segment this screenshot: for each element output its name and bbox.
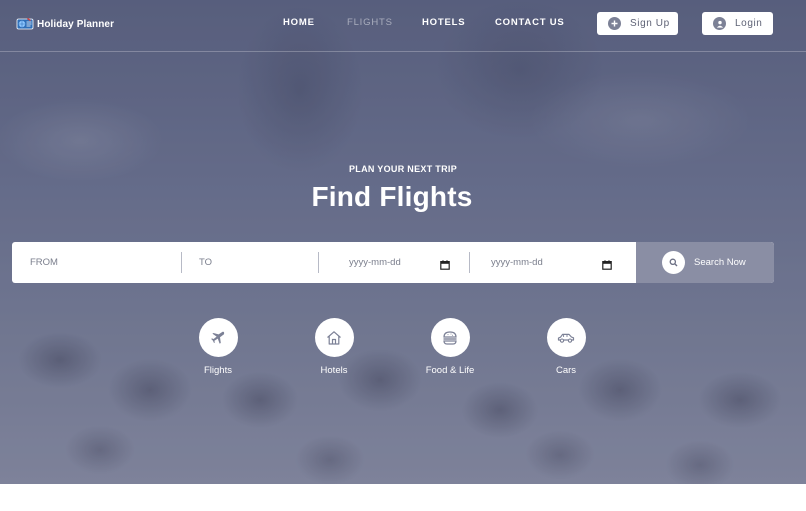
category-label: Hotels (320, 365, 348, 376)
search-now-label: Search Now (694, 257, 746, 268)
brand-name: Holiday Planner (37, 18, 115, 30)
field-divider (181, 252, 182, 273)
return-date-field[interactable]: yyyy-mm-dd (491, 242, 611, 283)
nav-hotels-link[interactable]: HOTELS (422, 17, 465, 31)
globe-ticket-logo-icon (16, 17, 34, 31)
home-icon (314, 318, 354, 357)
category-flights[interactable]: Flights (178, 318, 258, 376)
login-button[interactable]: Login (702, 12, 773, 35)
signup-label: Sign Up (630, 18, 670, 29)
to-field[interactable]: TO (199, 242, 317, 283)
depart-date-value: yyyy-mm-dd (349, 257, 401, 268)
nav-contact-link[interactable]: CONTACT US (495, 17, 565, 31)
to-placeholder: TO (199, 257, 213, 268)
category-hotels[interactable]: Hotels (294, 318, 374, 376)
calendar-icon[interactable] (602, 257, 612, 270)
nav-home-link[interactable]: HOME (283, 17, 315, 31)
category-food-life[interactable]: Food & Life (410, 318, 490, 376)
burger-icon (430, 318, 470, 357)
from-placeholder: FROM (30, 257, 58, 268)
nav-flights-link[interactable]: FLIGHTS (347, 17, 393, 31)
category-label: Flights (204, 365, 232, 376)
plus-circle-icon (608, 17, 621, 30)
calendar-icon[interactable] (440, 257, 450, 270)
brand-logo[interactable]: Holiday Planner (16, 15, 114, 33)
search-icon (662, 251, 685, 274)
login-label: Login (735, 18, 763, 29)
signup-button[interactable]: Sign Up (597, 12, 678, 35)
hero-section: Holiday Planner HOME FLIGHTS HOTELS CONT… (0, 0, 806, 484)
top-navigation: Holiday Planner HOME FLIGHTS HOTELS CONT… (0, 0, 806, 52)
search-now-button[interactable]: Search Now (636, 242, 774, 283)
page-title: Find Flights (311, 181, 473, 212)
field-divider (469, 252, 470, 273)
flight-search-bar: FROM TO yyyy-mm-dd yyyy-mm-dd Search Now (12, 242, 774, 283)
return-date-value: yyyy-mm-dd (491, 257, 543, 268)
depart-date-field[interactable]: yyyy-mm-dd (349, 242, 469, 283)
hero-eyebrow: PLAN YOUR NEXT TRIP (348, 164, 458, 174)
category-label: Cars (555, 365, 577, 376)
category-label: Food & Life (425, 365, 475, 376)
category-cars[interactable]: Cars (526, 318, 606, 376)
from-field[interactable]: FROM (30, 242, 180, 283)
field-divider (318, 252, 319, 273)
plane-icon (198, 318, 238, 357)
car-icon (546, 318, 586, 357)
user-icon (713, 17, 726, 30)
